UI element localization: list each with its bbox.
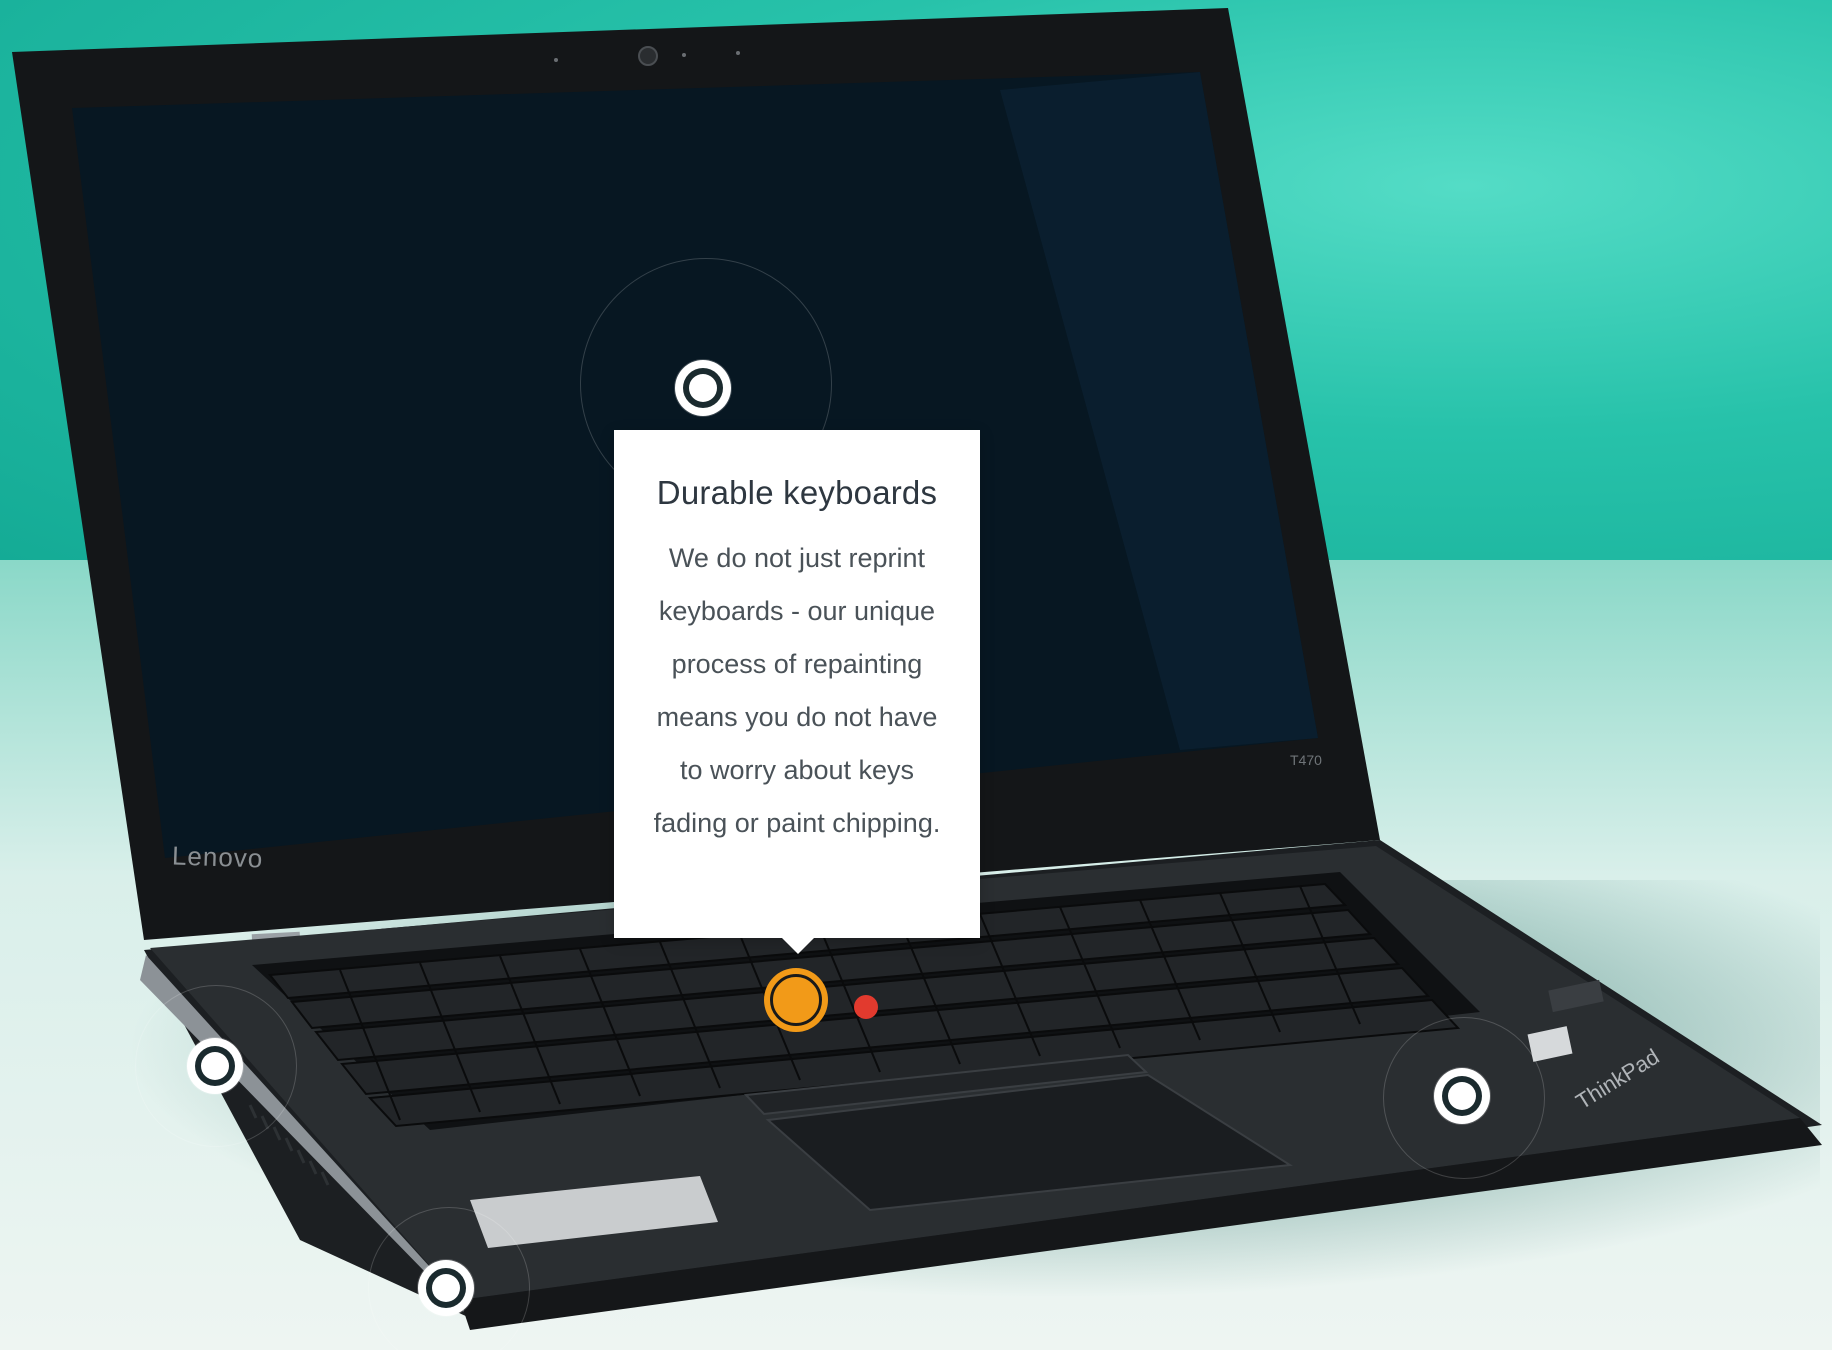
hotspot-palmrest[interactable] (1434, 1068, 1490, 1124)
hotspot-front-edge[interactable] (418, 1260, 474, 1316)
webcam-dot-right (682, 53, 686, 57)
tooltip-description: We do not just reprint keyboards - our u… (653, 543, 941, 838)
hotspot-screen[interactable] (675, 360, 731, 416)
trackpoint (854, 995, 878, 1019)
laptop-model-label: T470 (1290, 752, 1322, 768)
hotspot-keyboard-active[interactable] (764, 968, 828, 1032)
feature-tooltip: Durable keyboards We do not just reprint… (614, 430, 980, 954)
webcam-dot-far-right (736, 51, 740, 55)
webcam (638, 46, 658, 66)
tooltip-title: Durable keyboards (656, 474, 938, 511)
laptop-brand-label: Lenovo (171, 840, 264, 874)
webcam-dot-left (554, 58, 558, 62)
product-hotspot-stage: ThinkPad Lenovo T470 Durable keyboards W… (0, 0, 1832, 1350)
hotspot-ports[interactable] (187, 1038, 243, 1094)
